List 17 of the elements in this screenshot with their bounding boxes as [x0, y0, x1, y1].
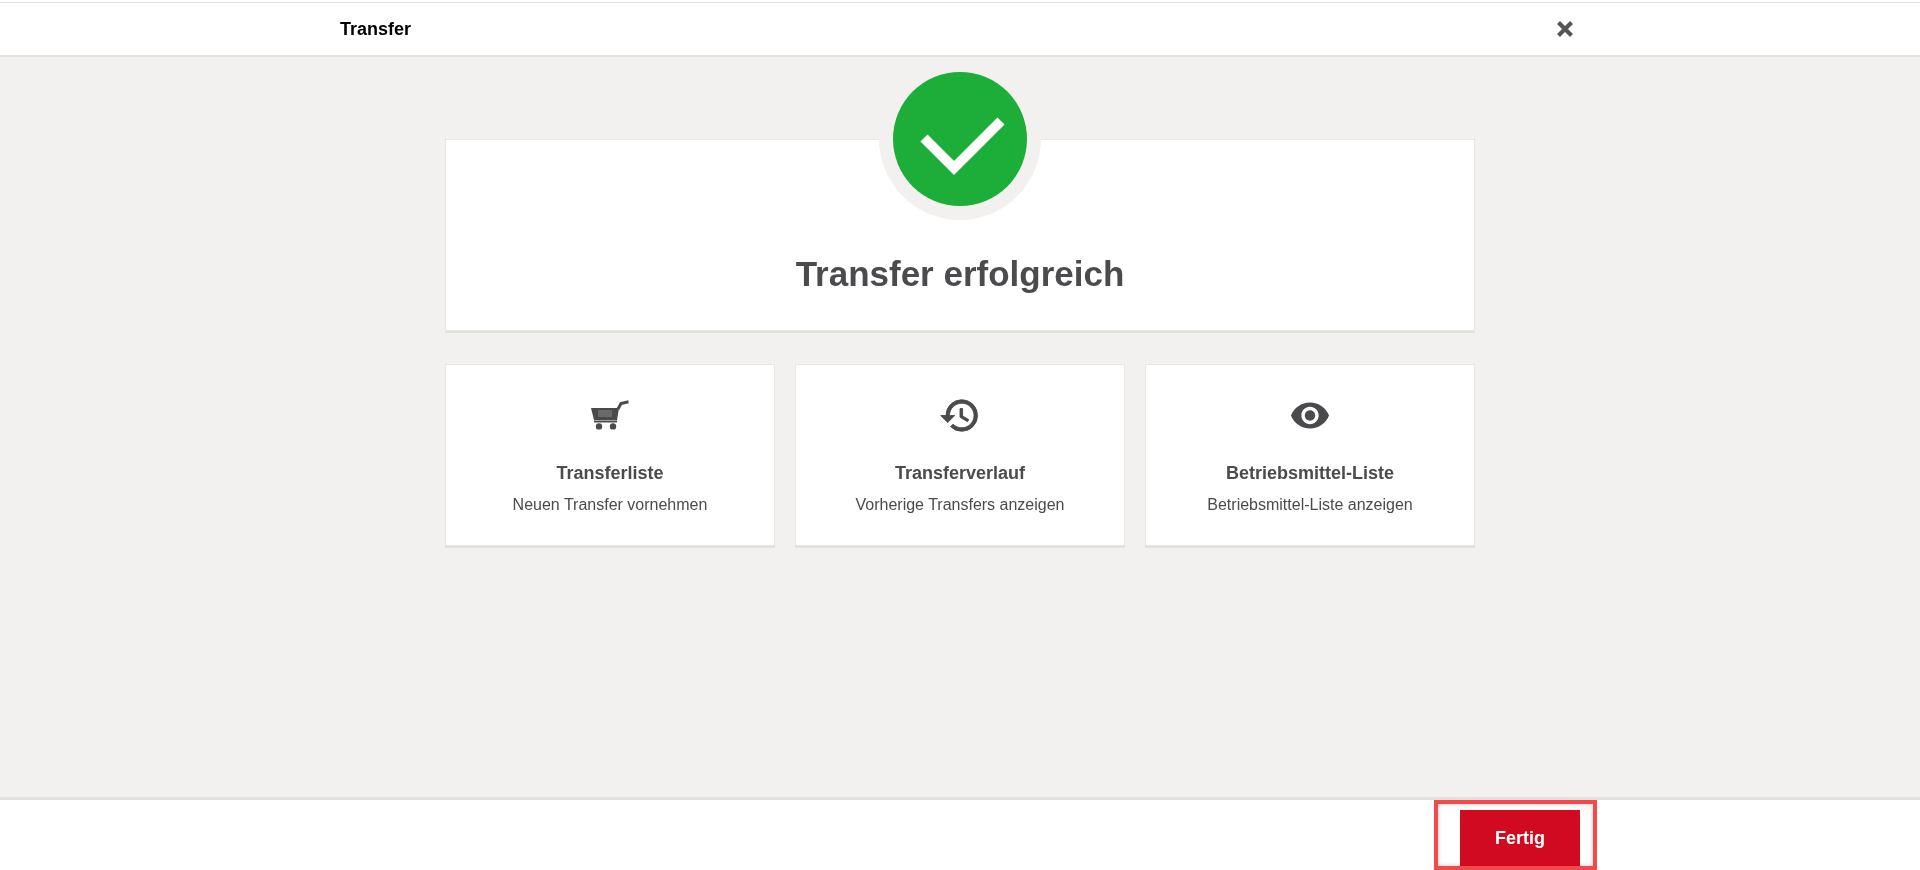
clock-arrow-icon — [940, 398, 980, 432]
action-card[interactable]: Betriebsmittel-Liste Betriebsmittel-Liste anzeigen — [1145, 364, 1475, 546]
card-subtitle: Neuen Transfer vornehmen — [512, 495, 708, 515]
done-button[interactable]: Fertig — [1460, 810, 1580, 866]
result-title: Transfer erfolgreich — [795, 253, 1125, 295]
close-icon — [1556, 20, 1574, 38]
header-title: Transfer — [340, 18, 412, 40]
cart-icon — [590, 400, 630, 430]
action-card[interactable]: Transferliste Neuen Transfer vornehmen — [445, 364, 775, 546]
card-subtitle: Betriebsmittel-Liste anzeigen — [1207, 495, 1413, 515]
action-card[interactable]: Transferverlauf Vorherige Transfers anzeigen — [795, 364, 1125, 546]
card-title: Transferverlauf — [894, 462, 1026, 485]
card-title: Transferliste — [556, 462, 664, 485]
card-title: Betriebsmittel-Liste — [1225, 462, 1394, 485]
eye-icon — [1290, 401, 1330, 429]
card-subtitle: Vorherige Transfers anzeigen — [855, 495, 1065, 515]
close-button[interactable] — [1556, 20, 1574, 38]
